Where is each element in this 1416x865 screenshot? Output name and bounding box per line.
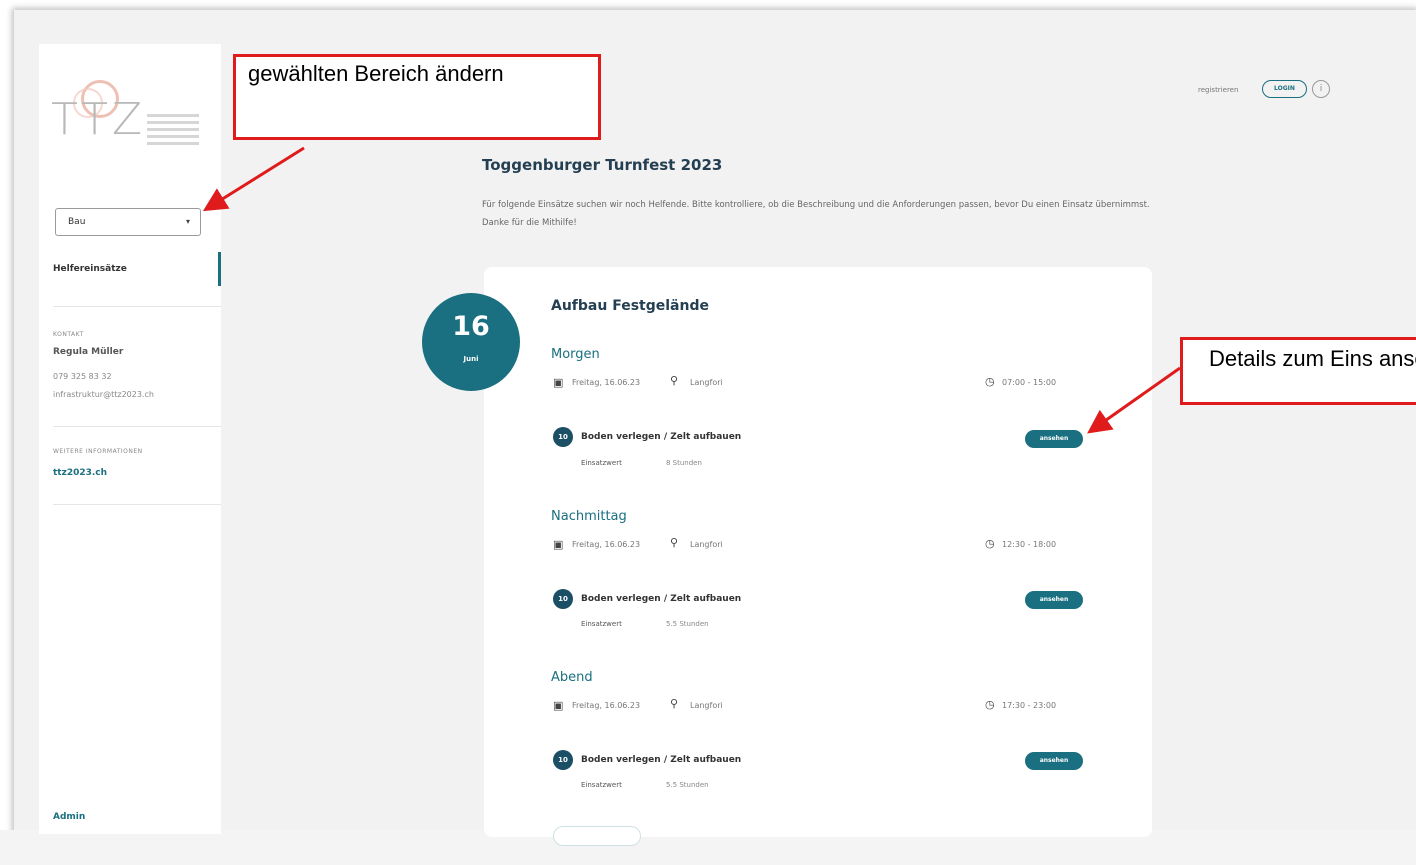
value-text: 5.5 Stunden [666,620,709,628]
calendar-icon: ▣ [553,376,564,389]
more-info-heading: WEITERE INFORMATIONEN [53,448,143,455]
divider [53,306,221,307]
slot-location: Langfori [690,378,723,387]
annotation-view-details: Details zum Eins ansehen [1180,337,1416,405]
task-count-badge: 10 [553,589,573,609]
task-label: Boden verlegen / Zelt aufbauen [581,432,742,442]
calendar-icon: ▣ [553,699,564,712]
page-title: Toggenburger Turnfest 2023 [482,156,723,174]
view-button[interactable]: ansehen [1025,752,1083,770]
contact-email[interactable]: infrastruktur@ttz2023.ch [53,390,154,399]
location-pin-icon: ⚲ [670,697,679,710]
annotation-change-area: gewählten Bereich ändern [233,54,601,140]
logo-text: TTZ [51,94,147,145]
card-title: Aufbau Festgelände [551,298,709,314]
admin-link[interactable]: Admin [53,812,85,822]
more-button[interactable] [553,826,641,846]
divider [53,504,221,505]
view-button[interactable]: ansehen [1025,591,1083,609]
slot-title: Abend [551,670,593,685]
active-indicator [218,252,221,286]
page-description: Für folgende Einsätze suchen wir noch He… [482,200,1150,228]
task-count-badge: 10 [553,427,573,447]
calendar-icon: ▣ [553,538,564,551]
slot-location: Langfori [690,540,723,549]
register-link[interactable]: registrieren [1198,86,1238,94]
ttz-logo: TTZ [51,74,221,154]
slot-title: Nachmittag [551,509,627,524]
slot-location: Langfori [690,701,723,710]
clock-icon: ◷ [985,537,995,550]
logo-tagline [147,114,207,149]
slot-time: 17:30 - 23:00 [1002,701,1057,710]
area-select-value: Bau [68,217,86,227]
area-select[interactable]: Bau ▾ [55,208,201,236]
value-text: 8 Stunden [666,459,702,467]
more-info-link[interactable]: ttz2023.ch [53,468,107,478]
task-label: Boden verlegen / Zelt aufbauen [581,755,742,765]
value-label: Einsatzwert [581,781,622,789]
date-badge: 16 Juni [422,293,520,391]
info-icon[interactable]: i [1312,80,1330,98]
slot-date: Freitag, 16.06.23 [572,540,641,549]
slot-date: Freitag, 16.06.23 [572,701,641,710]
contact-name: Regula Müller [53,347,124,357]
sidebar: TTZ Bau ▾ Helfereinsätze KONTAKT Regula … [39,44,221,834]
value-label: Einsatzwert [581,459,622,467]
chevron-down-icon: ▾ [185,217,190,226]
contact-heading: KONTAKT [53,331,84,338]
slot-time: 12:30 - 18:00 [1002,540,1057,549]
clock-icon: ◷ [985,375,995,388]
value-label: Einsatzwert [581,620,622,628]
nav-item-label: Helfereinsätze [53,264,127,274]
date-day: 16 [452,311,490,342]
date-month: Juni [463,355,479,363]
task-count-badge: 10 [553,750,573,770]
location-pin-icon: ⚲ [670,374,679,387]
slot-time: 07:00 - 15:00 [1002,378,1057,387]
login-button[interactable]: LOGIN [1262,80,1307,98]
view-button[interactable]: ansehen [1025,430,1083,448]
task-label: Boden verlegen / Zelt aufbauen [581,594,742,604]
clock-icon: ◷ [985,698,995,711]
nav-item-helfereinsaetze[interactable]: Helfereinsätze [39,252,221,286]
location-pin-icon: ⚲ [670,536,679,549]
slot-title: Morgen [551,347,600,362]
value-text: 5.5 Stunden [666,781,709,789]
divider [53,426,221,427]
slot-date: Freitag, 16.06.23 [572,378,641,387]
contact-phone[interactable]: 079 325 83 32 [53,372,112,381]
